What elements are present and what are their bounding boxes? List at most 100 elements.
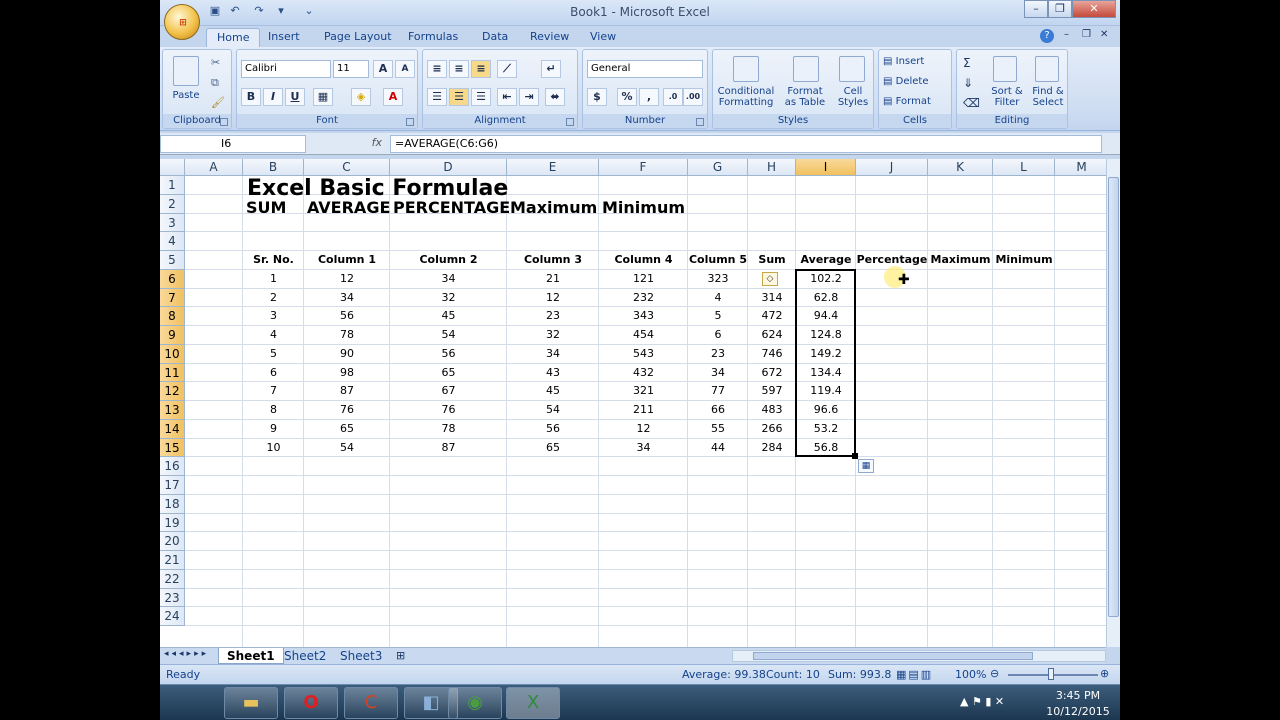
header-column-3[interactable]: Column 3: [507, 251, 599, 270]
find-select-button[interactable]: Find & Select: [1029, 86, 1067, 108]
row-header-23[interactable]: 23: [160, 588, 185, 608]
row-header-6[interactable]: 6: [160, 269, 185, 289]
header-column-4[interactable]: Column 4: [599, 251, 688, 270]
data-cell[interactable]: 8: [243, 401, 304, 420]
sort-filter-icon[interactable]: [993, 56, 1017, 82]
column-header-a[interactable]: A: [185, 159, 243, 176]
header-column-1[interactable]: Column 1: [304, 251, 390, 270]
data-cell[interactable]: 149.2: [796, 345, 856, 364]
data-cell[interactable]: 56.8: [796, 439, 856, 458]
data-cell[interactable]: 45: [390, 307, 507, 326]
data-cell[interactable]: 232: [599, 289, 688, 308]
data-cell[interactable]: 21: [507, 270, 599, 289]
comma-button[interactable]: ,: [639, 88, 659, 106]
cell-styles-button[interactable]: Cell Styles: [833, 86, 873, 108]
data-cell[interactable]: 34: [304, 289, 390, 308]
row-header-3[interactable]: 3: [160, 213, 185, 233]
view-buttons-icon[interactable]: ▦▤▥: [896, 668, 933, 681]
orientation-icon[interactable]: ⟋: [497, 60, 517, 78]
subhead-minimum[interactable]: Minimum: [599, 198, 688, 218]
tray-icons[interactable]: ▲ ⚑ ▮ ✕: [960, 695, 1004, 708]
autofill-options-icon[interactable]: ▦: [858, 459, 874, 474]
decrease-indent-icon[interactable]: ⇤: [497, 88, 517, 106]
row-header-21[interactable]: 21: [160, 551, 185, 570]
alignment-launcher-icon[interactable]: [566, 118, 574, 126]
data-cell[interactable]: 32: [507, 326, 599, 345]
worksheet-grid[interactable]: A B C D E F G H I J K L M 1 2 3 4 5 6 7 8 9 10 11 12 13 14 15 16 17 18…: [160, 159, 1106, 647]
align-middle-icon[interactable]: ≡: [449, 60, 469, 78]
undo-icon[interactable]: ↶: [226, 4, 244, 22]
data-cell[interactable]: 53.2: [796, 420, 856, 439]
data-cell[interactable]: 211: [599, 401, 688, 420]
close-icon[interactable]: ✕: [1072, 0, 1116, 18]
sheet-tab-1[interactable]: Sheet1: [218, 648, 284, 664]
paste-button[interactable]: Paste: [169, 90, 203, 101]
data-cell[interactable]: 7: [243, 382, 304, 401]
data-cell[interactable]: 34: [599, 439, 688, 458]
column-header-g[interactable]: G: [688, 159, 748, 176]
row-header-8[interactable]: 8: [160, 307, 185, 326]
header-maximum[interactable]: Maximum: [928, 251, 993, 270]
subhead-sum[interactable]: SUM: [243, 198, 304, 218]
format-cells-button[interactable]: ▤ Format: [883, 96, 931, 107]
ribbon-min-icon[interactable]: –: [1064, 29, 1069, 40]
row-header-5[interactable]: 5: [160, 251, 185, 270]
data-cell[interactable]: 5: [688, 307, 748, 326]
data-cell[interactable]: 323: [688, 270, 748, 289]
help-icon[interactable]: ?: [1040, 29, 1054, 43]
data-cell[interactable]: 314: [748, 289, 796, 308]
font-size-combo[interactable]: 11: [333, 60, 369, 78]
data-cell[interactable]: 6: [688, 326, 748, 345]
data-cell[interactable]: 134.4: [796, 364, 856, 383]
borders-icon[interactable]: ▦: [313, 88, 333, 106]
data-cell[interactable]: 432: [599, 364, 688, 383]
data-cell[interactable]: 56: [390, 345, 507, 364]
data-cell[interactable]: 2: [243, 289, 304, 308]
data-cell[interactable]: 56: [304, 307, 390, 326]
cell-styles-icon[interactable]: [839, 56, 865, 82]
column-header-i[interactable]: I: [796, 159, 856, 176]
tab-insert[interactable]: Insert: [258, 28, 310, 48]
data-cell[interactable]: 3: [243, 307, 304, 326]
decrease-decimal-icon[interactable]: .00: [683, 88, 703, 106]
align-bottom-icon[interactable]: ≡: [471, 60, 491, 78]
format-as-table-icon[interactable]: [793, 56, 819, 82]
data-cell[interactable]: 78: [304, 326, 390, 345]
horizontal-scrollbar[interactable]: [732, 650, 1106, 662]
conditional-formatting-icon[interactable]: [733, 56, 759, 82]
number-launcher-icon[interactable]: [696, 118, 704, 126]
align-center-icon[interactable]: ☰: [449, 88, 469, 106]
header-sr-no-[interactable]: Sr. No.: [243, 251, 304, 270]
autosum-icon[interactable]: Σ: [963, 56, 971, 70]
data-cell[interactable]: 672: [748, 364, 796, 383]
data-cell[interactable]: 284: [748, 439, 796, 458]
data-cell[interactable]: 472: [748, 307, 796, 326]
restore-icon[interactable]: ❐: [1048, 0, 1072, 18]
header-average[interactable]: Average: [796, 251, 856, 270]
data-cell[interactable]: 78: [390, 420, 507, 439]
data-cell[interactable]: 9: [243, 420, 304, 439]
data-cell[interactable]: 121: [599, 270, 688, 289]
clear-icon[interactable]: ⌫: [963, 96, 980, 110]
data-cell[interactable]: 23: [688, 345, 748, 364]
insert-function-button[interactable]: fx: [308, 135, 388, 153]
row-header-15[interactable]: 15: [160, 438, 185, 458]
column-header-m[interactable]: M: [1055, 159, 1106, 176]
data-cell[interactable]: 66: [688, 401, 748, 420]
redo-icon[interactable]: ↷: [250, 4, 268, 22]
header-minimum[interactable]: Minimum: [993, 251, 1055, 270]
paste-icon[interactable]: [173, 56, 199, 86]
align-top-icon[interactable]: ≡: [427, 60, 447, 78]
data-cell[interactable]: 12: [507, 289, 599, 308]
data-cell[interactable]: 87: [390, 439, 507, 458]
data-cell[interactable]: 10: [243, 439, 304, 458]
zoom-in-icon[interactable]: ⊕: [1100, 667, 1109, 680]
row-header-1[interactable]: 1: [160, 176, 185, 195]
data-cell[interactable]: 746: [748, 345, 796, 364]
data-cell[interactable]: 1: [243, 270, 304, 289]
data-cell[interactable]: 98: [304, 364, 390, 383]
tab-page-layout[interactable]: Page Layout: [314, 28, 402, 48]
italic-button[interactable]: I: [263, 88, 283, 106]
data-cell[interactable]: 65: [507, 439, 599, 458]
vertical-scroll-thumb[interactable]: [1108, 177, 1119, 617]
